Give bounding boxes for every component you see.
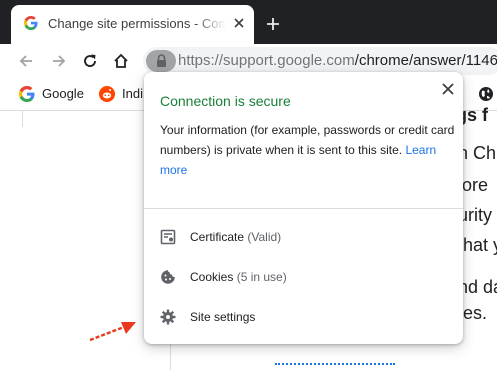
certificate-row[interactable]: Certificate (Valid) [144, 217, 463, 257]
lock-icon [157, 54, 166, 67]
partial-link-underline [275, 363, 395, 370]
cookies-label: Cookies (5 in use) [190, 270, 287, 284]
text-fragment: nd da [458, 277, 497, 297]
url-text: https://support.google.com/chrome/answer… [178, 52, 497, 69]
google-favicon-icon [24, 16, 38, 30]
tab-strip: Change site permissions - Computer - Goo… [0, 0, 497, 44]
url-host: https://support.google.com [178, 52, 355, 69]
new-tab-plus-icon[interactable] [265, 16, 281, 32]
text-fragment: urity [458, 205, 493, 225]
globe-icon [479, 87, 493, 101]
close-tab-icon[interactable] [233, 17, 245, 29]
reload-icon[interactable] [81, 52, 99, 70]
certificate-status: (Valid) [247, 230, 282, 244]
bookmark-indi[interactable]: Indi [122, 86, 143, 101]
site-info-chip[interactable] [146, 50, 176, 72]
popup-divider [144, 208, 463, 209]
tab-title: Change site permissions - Computer - Goo… [48, 16, 226, 31]
reddit-icon [99, 86, 115, 102]
home-icon[interactable] [112, 52, 130, 70]
certificate-label: Certificate (Valid) [190, 230, 281, 244]
site-settings-row[interactable]: Site settings [144, 297, 463, 337]
url-path: /chrome/answer/114662 [354, 52, 497, 69]
browser-window: Change site permissions - Computer - Goo… [0, 0, 497, 370]
nav-divider [22, 111, 23, 127]
text-fragment: that y [458, 235, 497, 255]
site-settings-label: Site settings [190, 310, 256, 324]
cookie-icon [161, 270, 175, 284]
certificate-text: Certificate [190, 230, 245, 244]
gear-icon [160, 309, 176, 325]
active-tab[interactable]: Change site permissions - Computer - Goo… [11, 5, 254, 44]
connection-status-title: Connection is secure [160, 93, 291, 109]
back-arrow-icon[interactable] [17, 52, 35, 70]
bookmark-google[interactable]: Google [42, 86, 84, 101]
annotation-arrow-icon [89, 322, 136, 342]
google-icon [19, 86, 35, 102]
certificate-icon [160, 229, 176, 245]
cookies-row[interactable]: Cookies (5 in use) [144, 257, 463, 297]
cookies-text: Cookies [190, 270, 234, 284]
cookies-count: (5 in use) [236, 270, 287, 284]
close-icon[interactable] [441, 82, 455, 96]
forward-arrow-icon[interactable] [50, 52, 68, 70]
omnibox[interactable]: https://support.google.com/chrome/answer… [143, 47, 497, 75]
site-info-popup: Connection is secure Your information (f… [144, 72, 463, 344]
text-fragment: n Ch [458, 143, 497, 163]
connection-description: Your information (for example, passwords… [160, 120, 456, 180]
